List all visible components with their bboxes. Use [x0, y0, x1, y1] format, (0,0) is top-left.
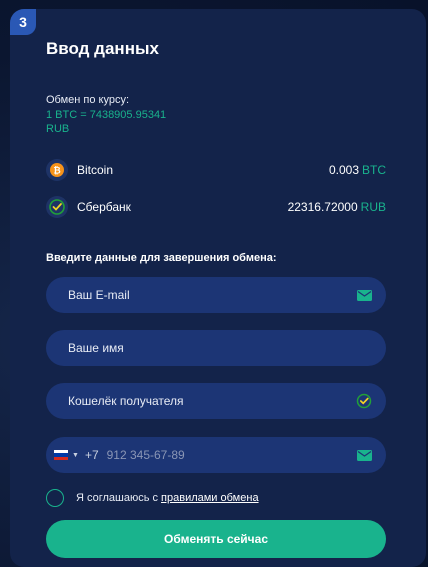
give-currency-row: ₿ Bitcoin 0.003 BTC — [46, 158, 386, 182]
svg-text:₿: ₿ — [53, 166, 60, 177]
phone-placeholder: 912 345-67-89 — [106, 448, 185, 462]
russia-flag-icon — [54, 450, 68, 460]
sberbank-icon — [356, 393, 372, 409]
give-currency-name: Bitcoin — [77, 163, 114, 177]
sberbank-icon — [46, 196, 68, 218]
email-field[interactable]: Ваш E-mail — [46, 277, 386, 313]
agreement-text: Я соглашаюсь с — [76, 492, 159, 504]
name-field[interactable]: Ваше имя — [46, 330, 386, 366]
exchange-now-button[interactable]: Обменять сейчас — [46, 520, 386, 558]
mail-icon — [356, 447, 372, 463]
email-field-text: Ваш E-mail — [68, 288, 130, 302]
country-code-select[interactable]: ▼ +7 — [54, 448, 99, 462]
mail-icon — [356, 287, 372, 303]
rate-value: 1 BTC = 7438905.95341 RUB — [46, 109, 167, 135]
receive-unit: RUB — [360, 200, 386, 214]
phone-code: +7 — [84, 448, 99, 462]
receive-currency-row: Сбербанк 22316.72000 RUB — [46, 195, 386, 219]
form-label: Введите данные для завершения обмена: — [46, 252, 277, 264]
chevron-down-icon: ▼ — [72, 451, 79, 459]
phone-field[interactable]: ▼ +7 912 345-67-89 — [46, 437, 386, 473]
step-badge: 3 — [10, 9, 36, 35]
agreement-checkbox[interactable] — [46, 489, 64, 507]
wallet-field[interactable]: Кошелёк получателя — [46, 383, 386, 419]
receive-currency-name: Сбербанк — [77, 200, 131, 214]
exchange-card: 3 Ввод данных Обмен по курсу: 1 BTC = 74… — [10, 9, 426, 567]
name-field-text: Ваше имя — [68, 341, 124, 355]
wallet-field-text: Кошелёк получателя — [68, 394, 184, 408]
agreement-row: Я соглашаюсь с правилами обмена — [46, 488, 259, 508]
give-amount: 0.003 — [328, 163, 359, 177]
exchange-rules-link[interactable]: правилами обмена — [161, 492, 259, 504]
rate-label: Обмен по курсу: — [46, 94, 130, 106]
page-title: Ввод данных — [46, 39, 159, 58]
give-unit: BTC — [362, 163, 386, 177]
receive-amount: 22316.72000 — [287, 200, 358, 214]
bitcoin-icon: ₿ — [46, 159, 68, 181]
